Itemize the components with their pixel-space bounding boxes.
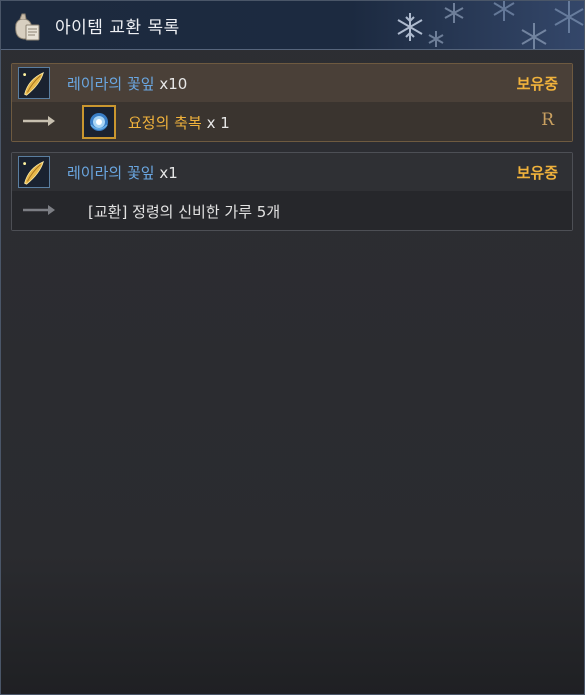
exchange-entry[interactable]: 레이라의 꽃잎 x10 보유중 요정의 축복 x 1 R	[11, 63, 573, 142]
item-name-label: 레이라의 꽃잎	[67, 75, 155, 93]
item-name-label: 레이라의 꽃잎	[67, 164, 155, 182]
exchange-row[interactable]: [교환] 정령의 신비한 가루 5개	[12, 191, 572, 230]
exchange-description: [교환] 정령의 신비한 가루 5개	[88, 203, 281, 221]
arrow-right-icon	[23, 116, 55, 126]
entry-header[interactable]: 레이라의 꽃잎 x1 보유중	[12, 153, 572, 191]
exchange-entry[interactable]: 레이라의 꽃잎 x1 보유중 [교환] 정령의 신비한 가루 5개	[11, 152, 573, 231]
fairy-blessing-icon[interactable]	[82, 105, 116, 139]
item-quantity: x1	[159, 164, 178, 182]
reward-quantity: x 1	[206, 114, 230, 132]
item-name: 레이라의 꽃잎 x10	[67, 73, 187, 94]
arrow-right-icon	[23, 205, 55, 215]
title-bar[interactable]: 아이템 교환 목록	[1, 1, 584, 50]
reward-row[interactable]: 요정의 축복 x 1 R	[12, 102, 572, 141]
status-badge: 보유중	[516, 75, 558, 93]
snowflake-decoration-icon	[397, 1, 584, 49]
petal-icon	[18, 67, 50, 99]
status-badge: 보유중	[516, 164, 558, 182]
grade-badge: R	[541, 110, 554, 130]
petal-icon	[18, 156, 50, 188]
bag-scroll-icon	[15, 13, 40, 41]
entry-header[interactable]: 레이라의 꽃잎 x10 보유중	[12, 64, 572, 102]
item-exchange-window: 아이템 교환 목록 레이라의 꽃잎 x10 보유중 요정의 축복 x 1 R 레…	[0, 0, 585, 695]
reward-name: 요정의 축복 x 1	[128, 112, 230, 133]
item-name: 레이라의 꽃잎 x1	[67, 162, 178, 183]
window-title: 아이템 교환 목록	[55, 18, 180, 38]
reward-name-label: 요정의 축복	[128, 114, 202, 132]
item-quantity: x10	[159, 75, 188, 93]
